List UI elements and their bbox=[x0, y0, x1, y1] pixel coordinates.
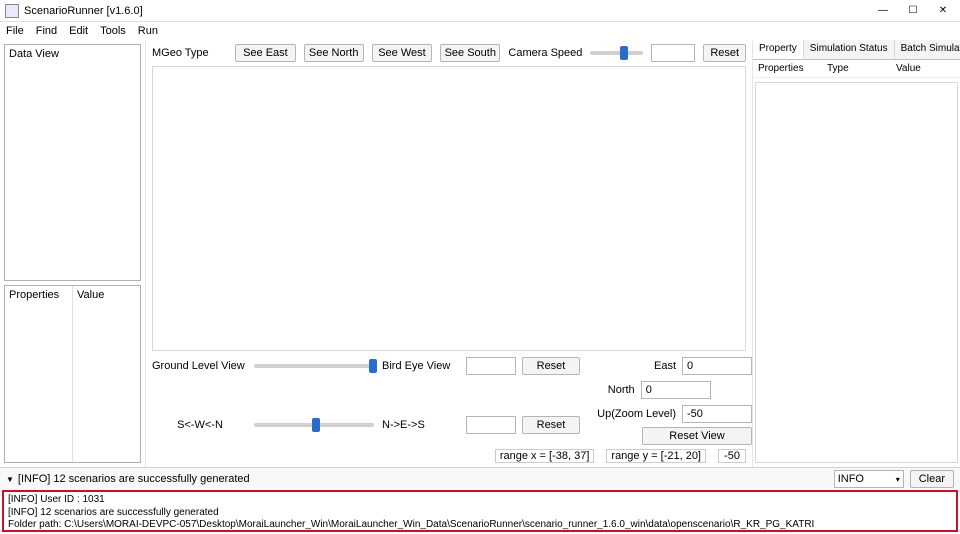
direction-slider[interactable] bbox=[254, 423, 374, 427]
viewport[interactable] bbox=[152, 66, 746, 351]
see-south-button[interactable]: See South bbox=[440, 44, 500, 62]
zoom-input[interactable] bbox=[682, 405, 752, 423]
east-label: East bbox=[588, 360, 676, 372]
see-west-button[interactable]: See West bbox=[372, 44, 432, 62]
north-label: North bbox=[547, 384, 635, 396]
data-view-panel: Data View bbox=[4, 44, 141, 281]
bird-reset-button[interactable]: Reset bbox=[522, 357, 580, 375]
properties-header: Properties bbox=[5, 286, 73, 462]
prop-header-properties: Properties bbox=[753, 60, 822, 77]
app-icon bbox=[5, 4, 19, 18]
menu-tools[interactable]: Tools bbox=[100, 25, 126, 37]
range-y-label: range y = [-21, 20] bbox=[606, 449, 706, 463]
nes-label: N->E->S bbox=[382, 419, 460, 431]
north-input[interactable] bbox=[641, 381, 711, 399]
window-maximize-button[interactable]: ☐ bbox=[898, 1, 928, 21]
range-num: -50 bbox=[718, 449, 746, 463]
menu-run[interactable]: Run bbox=[138, 25, 158, 37]
ground-view-label: Ground Level View bbox=[152, 360, 248, 372]
menu-file[interactable]: File bbox=[6, 25, 24, 37]
window-close-button[interactable]: ✕ bbox=[928, 1, 958, 21]
tab-batch-simulation[interactable]: Batch Simulation bbox=[895, 40, 960, 59]
tab-property[interactable]: Property bbox=[753, 40, 804, 59]
property-panel-body bbox=[755, 82, 958, 463]
log-collapse-icon[interactable]: ▼ bbox=[6, 475, 14, 484]
see-north-button[interactable]: See North bbox=[304, 44, 364, 62]
tab-simulation-status[interactable]: Simulation Status bbox=[804, 40, 895, 59]
prop-header-value: Value bbox=[891, 60, 960, 77]
camera-reset-button[interactable]: Reset bbox=[703, 44, 746, 62]
window-minimize-button[interactable]: — bbox=[868, 1, 898, 21]
window-title: ScenarioRunner [v1.6.0] bbox=[24, 5, 143, 17]
value-header: Value bbox=[73, 286, 140, 462]
log-body: [INFO] User ID : 1031 [INFO] 12 scenario… bbox=[2, 490, 958, 532]
camera-speed-label: Camera Speed bbox=[508, 47, 582, 59]
chevron-down-icon: ▾ bbox=[896, 475, 900, 484]
direction-reset-button[interactable]: Reset bbox=[522, 416, 580, 434]
data-view-label: Data View bbox=[9, 48, 59, 60]
properties-panel: Properties Value bbox=[4, 285, 141, 463]
direction-input[interactable] bbox=[466, 416, 516, 434]
log-level-select[interactable]: INFO ▾ bbox=[834, 470, 904, 488]
bird-view-label: Bird Eye View bbox=[382, 360, 460, 372]
camera-speed-slider[interactable] bbox=[590, 51, 643, 55]
east-input[interactable] bbox=[682, 357, 752, 375]
ground-view-slider[interactable] bbox=[254, 364, 374, 368]
log-summary: [INFO] 12 scenarios are successfully gen… bbox=[18, 473, 250, 485]
log-line: [INFO] User ID : 1031 bbox=[8, 494, 952, 507]
see-east-button[interactable]: See East bbox=[235, 44, 295, 62]
log-level-value: INFO bbox=[838, 473, 864, 485]
prop-header-type: Type bbox=[822, 60, 891, 77]
menu-edit[interactable]: Edit bbox=[69, 25, 88, 37]
reset-view-button[interactable]: Reset View bbox=[642, 427, 752, 445]
zoom-label: Up(Zoom Level) bbox=[588, 408, 676, 420]
range-x-label: range x = [-38, 37] bbox=[495, 449, 595, 463]
bird-view-input[interactable] bbox=[466, 357, 516, 375]
log-line: [INFO] 12 scenarios are successfully gen… bbox=[8, 507, 952, 520]
menu-find[interactable]: Find bbox=[36, 25, 57, 37]
swn-label: S<-W<-N bbox=[152, 419, 248, 431]
mgeo-type-label: MGeo Type bbox=[152, 47, 209, 59]
camera-speed-input[interactable] bbox=[651, 44, 695, 62]
log-clear-button[interactable]: Clear bbox=[910, 470, 954, 488]
log-line: Folder path: C:\Users\MORAI-DEVPC-057\De… bbox=[8, 519, 952, 532]
